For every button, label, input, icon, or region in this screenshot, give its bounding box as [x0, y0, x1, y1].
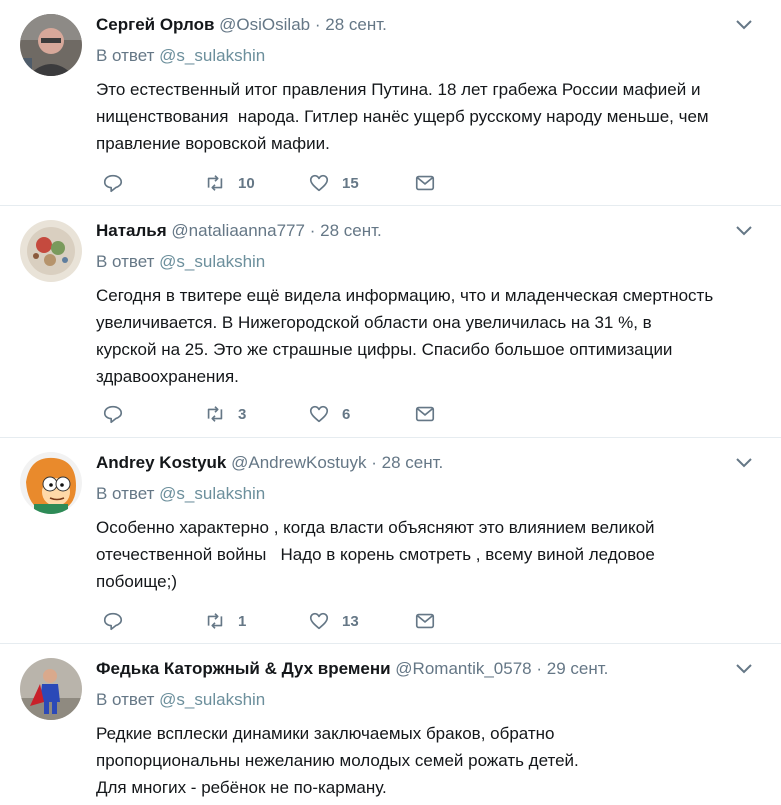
message-icon	[415, 175, 435, 191]
chevron-down-icon[interactable]	[735, 18, 753, 32]
avatar[interactable]	[20, 14, 82, 76]
avatar[interactable]	[20, 220, 82, 282]
message-icon	[415, 613, 435, 629]
retweet-button[interactable]: 3	[204, 402, 246, 426]
like-count: 15	[342, 174, 359, 192]
retweet-icon	[207, 175, 223, 191]
like-button[interactable]: 6	[308, 402, 350, 426]
retweet-count: 10	[238, 174, 255, 192]
reply-button[interactable]	[102, 402, 124, 426]
mention-link[interactable]: @s_sulakshin	[159, 690, 265, 709]
chevron-down-icon[interactable]	[735, 662, 753, 676]
message-icon	[415, 406, 435, 422]
reply-icon	[103, 174, 123, 193]
tweet[interactable]: Сергей Орлов @OsiOsilab · 28 сент. В отв…	[0, 0, 781, 206]
chevron-down-icon[interactable]	[735, 456, 753, 470]
separator-dot: ·	[309, 221, 316, 240]
display-name[interactable]: Сергей Орлов	[96, 15, 214, 34]
tweet-text: Это естественный итог правления Путина. …	[96, 80, 709, 153]
display-name[interactable]: Andrey Kostyuk	[96, 453, 226, 472]
like-count: 13	[342, 612, 359, 630]
mention-link[interactable]: @s_sulakshin	[159, 484, 265, 503]
reply-context: В ответ @s_sulakshin	[96, 482, 265, 506]
tweet[interactable]: Федька Каторжный & Дух времени @Romantik…	[0, 644, 781, 805]
like-icon	[309, 612, 329, 630]
tweet-header: Andrey Kostyuk @AndrewKostuyk · 28 сент.	[96, 451, 443, 475]
tweet-text: Особенно характерно , когда власти объяс…	[96, 518, 655, 591]
reply-context: В ответ @s_sulakshin	[96, 688, 265, 712]
reply-context: В ответ @s_sulakshin	[96, 44, 265, 68]
reply-prefix: В ответ	[96, 252, 160, 271]
tweet[interactable]: Andrey Kostyuk @AndrewKostuyk · 28 сент.…	[0, 438, 781, 644]
retweet-count: 1	[238, 612, 247, 630]
reply-prefix: В ответ	[96, 690, 160, 709]
tweet-text: Редкие всплески динамики заключаемых бра…	[96, 724, 579, 797]
separator-dot: ·	[314, 15, 321, 34]
reply-context: В ответ @s_sulakshin	[96, 250, 265, 274]
reply-prefix: В ответ	[96, 484, 160, 503]
user-handle[interactable]: @nataliaanna777	[171, 221, 305, 240]
avatar[interactable]	[20, 452, 82, 514]
user-handle[interactable]: @AndrewKostuyk	[231, 453, 366, 472]
like-button[interactable]: 15	[308, 171, 359, 195]
user-handle[interactable]: @Romantik_0578	[395, 659, 531, 678]
mention-link[interactable]: @s_sulakshin	[159, 46, 265, 65]
direct-message-button[interactable]	[414, 171, 436, 195]
like-button[interactable]: 13	[308, 609, 359, 633]
separator-dot: ·	[536, 659, 543, 678]
retweet-count: 3	[238, 405, 247, 423]
avatar[interactable]	[20, 658, 82, 720]
timestamp[interactable]: 28 сент.	[320, 221, 382, 240]
retweet-icon	[207, 406, 223, 422]
chevron-down-icon[interactable]	[735, 224, 753, 238]
reply-button[interactable]	[102, 171, 124, 195]
tweet-header: Наталья @nataliaanna777 · 28 сент.	[96, 219, 382, 243]
display-name[interactable]: Наталья	[96, 221, 167, 240]
separator-dot: ·	[371, 453, 377, 472]
tweet-text: Сегодня в твитере ещё видела информацию,…	[96, 286, 714, 386]
display-name[interactable]: Федька Каторжный & Дух времени	[96, 659, 391, 678]
mention-link[interactable]: @s_sulakshin	[159, 252, 265, 271]
direct-message-button[interactable]	[414, 402, 436, 426]
retweet-button[interactable]: 1	[204, 609, 246, 633]
reply-icon	[103, 405, 123, 424]
timestamp[interactable]: 29 сент.	[547, 659, 609, 678]
reply-button[interactable]	[102, 609, 124, 633]
tweet-header: Федька Каторжный & Дух времени @Romantik…	[96, 657, 608, 681]
tweet-header: Сергей Орлов @OsiOsilab · 28 сент.	[96, 13, 387, 37]
reply-prefix: В ответ	[96, 46, 160, 65]
like-icon	[309, 174, 329, 192]
tweet[interactable]: Наталья @nataliaanna777 · 28 сент. В отв…	[0, 206, 781, 438]
timestamp[interactable]: 28 сент.	[382, 453, 444, 472]
like-icon	[309, 405, 329, 423]
reply-icon	[103, 612, 123, 631]
direct-message-button[interactable]	[414, 609, 436, 633]
timestamp[interactable]: 28 сент.	[325, 15, 387, 34]
user-handle[interactable]: @OsiOsilab	[219, 15, 310, 34]
like-count: 6	[342, 405, 351, 423]
retweet-button[interactable]: 10	[204, 171, 255, 195]
retweet-icon	[207, 613, 223, 629]
